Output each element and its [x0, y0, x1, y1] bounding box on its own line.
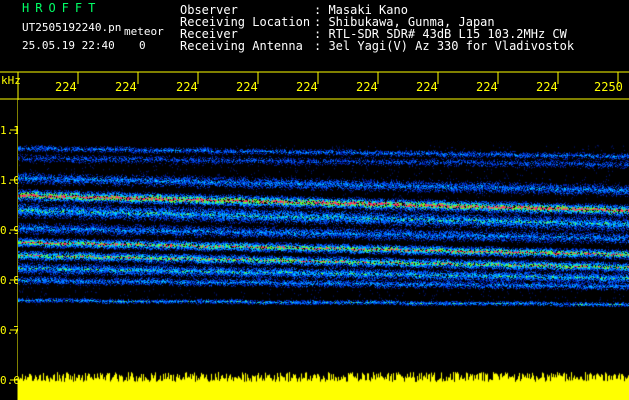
spectrogram — [18, 100, 629, 400]
